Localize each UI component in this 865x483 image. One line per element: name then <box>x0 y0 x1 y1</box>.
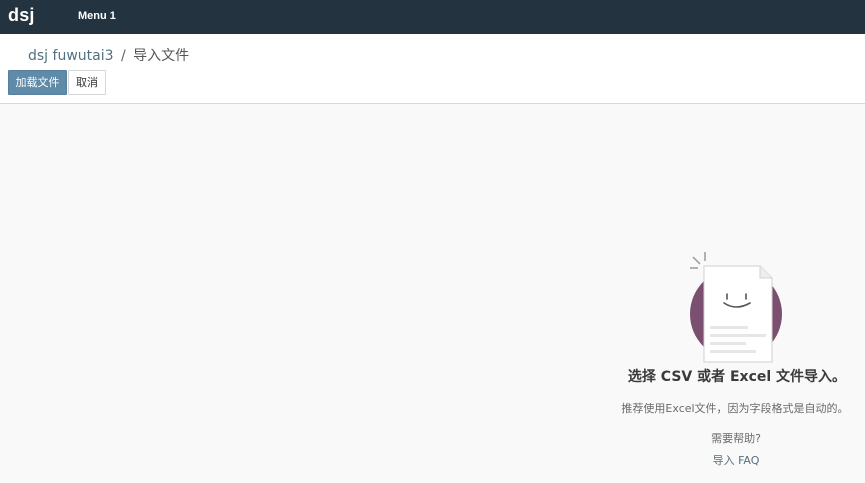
breadcrumb-current: 导入文件 <box>133 48 190 64</box>
file-import-illustration <box>690 252 782 363</box>
smiling-document-icon <box>703 265 773 363</box>
import-recommendation-text: 推荐使用Excel文件，因为字段格式是自动的。 <box>621 402 849 415</box>
import-faq-link[interactable]: 导入 FAQ <box>680 452 792 468</box>
app-brand[interactable]: dsj <box>8 5 35 26</box>
menu-item-menu1[interactable]: Menu 1 <box>78 10 116 22</box>
breadcrumb-parent-link[interactable]: dsj fuwutai3 <box>28 48 114 64</box>
control-panel: dsj fuwutai3 / 导入文件 加载文件 取消 <box>0 34 865 104</box>
import-instructions-title: 选择 CSV 或者 Excel 文件导入。 <box>627 369 847 385</box>
top-navbar: dsj Menu 1 <box>0 0 865 34</box>
breadcrumb: dsj fuwutai3 / 导入文件 <box>28 45 189 65</box>
spark-lines-icon <box>690 252 706 269</box>
breadcrumb-separator: / <box>120 48 126 64</box>
need-help-text: 需要帮助? <box>711 432 761 445</box>
load-file-button[interactable]: 加载文件 <box>8 70 67 95</box>
cancel-button[interactable]: 取消 <box>68 70 106 95</box>
